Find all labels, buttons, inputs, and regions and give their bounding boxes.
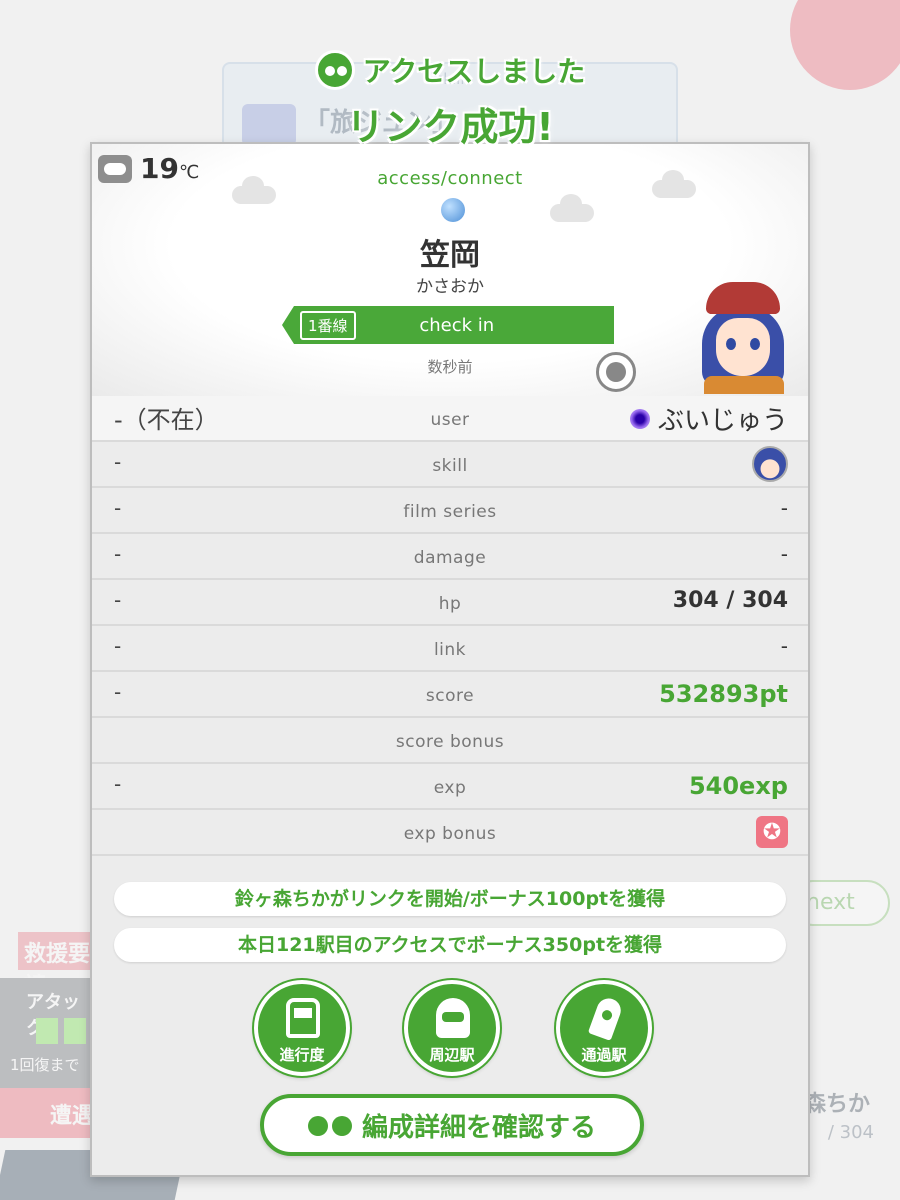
film-after: - <box>780 496 788 520</box>
passed-stations-button[interactable]: 通過駅 <box>556 980 652 1076</box>
avatar-body <box>704 376 784 394</box>
header-access-line: アクセスしました <box>314 50 586 90</box>
link-label: link <box>433 640 467 660</box>
decorative-cloud-icon <box>550 194 594 222</box>
avatar-eye <box>726 338 736 350</box>
hp-after: 304 / 304 <box>672 588 788 613</box>
user-name: ぶいじゅう <box>657 406 788 436</box>
exp-bonus-label: exp bonus <box>403 824 497 844</box>
skill-after[interactable] <box>752 446 788 486</box>
bg-attack-panel: アタック 1回復まで <box>0 978 96 1098</box>
confirm-label: 編成詳細を確認する <box>361 1112 596 1143</box>
avatar-eye <box>750 338 760 350</box>
bg-warning-banner: 遭遇 <box>0 1088 96 1138</box>
character-avatar <box>692 282 796 394</box>
damage-label: damage <box>413 548 487 568</box>
avatar-hat <box>706 282 780 314</box>
bg-attack-gauge <box>64 1018 86 1044</box>
confirm-formation-button[interactable]: 編成詳細を確認する <box>260 1094 644 1156</box>
nearby-stations-button[interactable]: 周辺駅 <box>404 980 500 1076</box>
camera-icon[interactable] <box>596 352 636 392</box>
exp-value: 540exp <box>688 772 788 800</box>
score-value: 532893pt <box>659 680 788 708</box>
avatar-face <box>716 318 770 376</box>
score-bonus-label: score bonus <box>395 732 505 752</box>
bg-recover-label: 1回復まで <box>10 1056 80 1074</box>
bg-attack-gauge <box>36 1018 58 1044</box>
dome-icon <box>436 998 470 1038</box>
user-after[interactable]: ぶいじゅう <box>629 400 788 437</box>
rocket-icon <box>587 995 625 1041</box>
result-header: アクセスしました リンク成功! <box>0 50 900 151</box>
app-logo-icon <box>314 50 355 90</box>
access-connect-label: access/connect <box>377 168 523 189</box>
skill-label: skill <box>432 456 468 476</box>
film-label: film series <box>403 502 497 522</box>
bg-character-hp: / 304 <box>827 1122 874 1143</box>
row-score-bonus: score bonus <box>92 718 808 764</box>
access-result-panel: 19℃ access/connect 笠岡 かさおか 1番線 check in … <box>90 142 810 1177</box>
row-skill: - skill <box>92 442 808 488</box>
header-access-text: アクセスしました <box>362 55 586 88</box>
row-damage: - damage - <box>92 534 808 580</box>
planet-icon <box>441 198 465 222</box>
bg-rescue-label: 救援要請 <box>18 932 98 999</box>
link-after: - <box>780 634 788 658</box>
station-card: 19℃ access/connect 笠岡 かさおか 1番線 check in … <box>92 144 808 396</box>
row-user: -（不在） user ぶいじゅう <box>92 396 808 442</box>
bg-attack-label: アタック <box>26 992 80 1039</box>
progress-label: 進行度 <box>279 1046 325 1064</box>
passed-label: 通過駅 <box>581 1046 627 1064</box>
platform-tag: 1番線 <box>300 310 356 340</box>
skill-character-icon <box>752 446 788 482</box>
progress-button[interactable]: 進行度 <box>254 980 350 1076</box>
row-score: - score 532893pt <box>92 672 808 718</box>
station-name: 笠岡 <box>420 238 480 273</box>
header-link-success: リンク成功! <box>346 105 554 149</box>
star-badge-icon: ✪ <box>756 816 788 848</box>
row-exp-bonus: exp bonus ✪ <box>92 810 808 856</box>
bg-character-name: 森ちか <box>803 1092 870 1117</box>
train-icon <box>286 998 320 1038</box>
row-hp: - hp 304 / 304 <box>92 580 808 626</box>
team-icon <box>307 1112 354 1138</box>
nearby-label: 周辺駅 <box>429 1046 475 1064</box>
checkin-banner: 1番線 check in <box>282 306 614 344</box>
row-film-series: - film series - <box>92 488 808 534</box>
bonus-message: 本日121駅目のアクセスでボーナス350ptを獲得 <box>114 928 786 962</box>
bonus-message: 鈴ヶ森ちかがリンクを開始/ボーナス100ptを獲得 <box>114 882 786 916</box>
user-orb-icon <box>629 408 650 429</box>
exp-bonus-badge[interactable]: ✪ <box>756 816 788 850</box>
checkin-label: check in <box>419 314 495 336</box>
result-table: -（不在） user ぶいじゅう - skill - film series -… <box>92 396 808 856</box>
row-link: - link - <box>92 626 808 672</box>
bg-warning-label: 遭遇 <box>50 1104 95 1129</box>
row-exp: - exp 540exp <box>92 764 808 810</box>
damage-after: - <box>780 542 788 566</box>
